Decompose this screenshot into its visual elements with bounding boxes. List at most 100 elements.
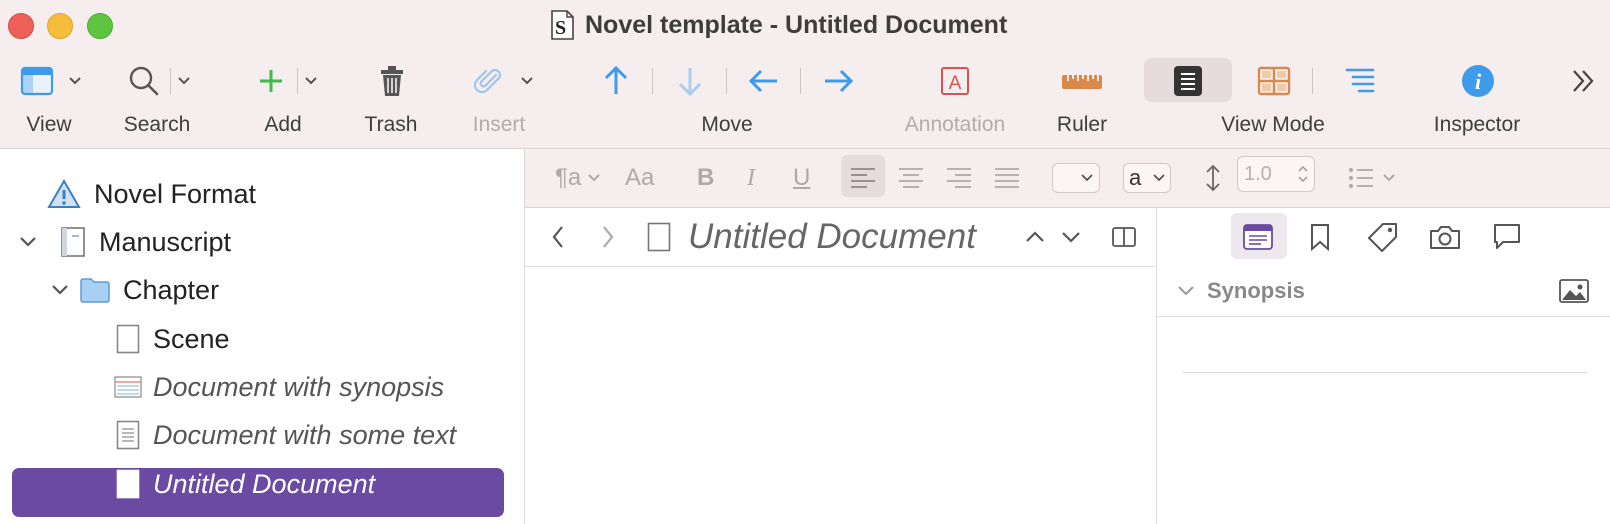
search-button[interactable]: [128, 60, 191, 102]
navigate-forward-button[interactable]: [601, 208, 615, 266]
move-left-button[interactable]: [748, 60, 780, 102]
notes-card-icon: [1243, 224, 1273, 250]
editor-text-area[interactable]: [525, 267, 1155, 524]
svg-text:i: i: [1475, 69, 1482, 94]
underline-button[interactable]: U: [793, 149, 810, 207]
next-document-button[interactable]: [1061, 208, 1081, 266]
window-title-text: Novel template - Untitled Document: [585, 10, 1008, 39]
ruler-button[interactable]: [1061, 60, 1103, 102]
move-up-button[interactable]: [602, 60, 630, 102]
stepper-arrows-icon[interactable]: [1298, 165, 1308, 183]
paragraph-style-button[interactable]: ¶a: [555, 149, 601, 207]
tag-icon: [1368, 223, 1397, 252]
arrow-left-icon: [748, 69, 777, 93]
chevron-left-icon: [552, 226, 563, 248]
synopsis-divider: [1183, 372, 1587, 373]
zoom-window-button[interactable]: [87, 13, 113, 39]
disclosure-chevron-down-icon[interactable]: [18, 235, 38, 249]
text-color-select[interactable]: a: [1123, 163, 1171, 193]
fonts-glyph: Aa: [625, 164, 655, 191]
binder-item-scene[interactable]: Scene: [116, 317, 230, 361]
image-icon[interactable]: [1559, 279, 1589, 303]
justify-button[interactable]: [994, 149, 1020, 207]
corkboard-icon: [1257, 66, 1291, 96]
toolbar-separator: [1312, 68, 1313, 94]
disclosure-chevron-down-icon[interactable]: [1177, 285, 1195, 297]
close-window-button[interactable]: [8, 13, 34, 39]
align-right-button[interactable]: [946, 149, 972, 207]
inspector-tab-metadata[interactable]: [1368, 208, 1398, 266]
inspector-pane: Synopsis: [1156, 208, 1610, 524]
italic-button[interactable]: I: [747, 149, 755, 207]
split-editor-button[interactable]: [1112, 208, 1136, 266]
synopsis-text-area[interactable]: [1179, 320, 1589, 368]
plus-icon: [260, 70, 282, 92]
window-toolbar: S Novel template - Untitled Document Vie…: [0, 0, 1610, 149]
binder-item-label: Chapter: [123, 274, 220, 305]
camera-icon: [1430, 226, 1460, 249]
view-mode-corkboard-button[interactable]: [1257, 60, 1291, 102]
binder-item-document-with-some-text[interactable]: Document with some text: [116, 413, 456, 457]
inspector-tab-notes[interactable]: [1243, 208, 1273, 266]
navigate-back-button[interactable]: [551, 208, 565, 266]
move-right-button[interactable]: [822, 60, 854, 102]
editor-document-title-text: Untitled Document: [688, 217, 976, 256]
view-button[interactable]: [20, 60, 82, 102]
move-down-button[interactable]: [676, 60, 704, 102]
svg-text:S: S: [555, 17, 566, 39]
svg-text:A: A: [949, 73, 962, 94]
chevron-down-icon: [1383, 174, 1395, 182]
synopsis-section-header[interactable]: Synopsis: [1157, 266, 1610, 317]
align-center-button[interactable]: [898, 149, 924, 207]
annotation-button[interactable]: A: [940, 60, 970, 102]
synopsis-card-icon: [114, 376, 142, 398]
view-layout-icon: [20, 66, 54, 96]
minimize-window-button[interactable]: [47, 13, 73, 39]
scrivener-document-icon: S: [549, 10, 575, 40]
editor-document-title[interactable]: Untitled Document: [688, 208, 976, 266]
inspector-tab-bookmarks[interactable]: [1310, 208, 1330, 266]
toolbar-overflow-button[interactable]: [1571, 60, 1597, 102]
list-button[interactable]: [1348, 149, 1396, 207]
toolbar-separator: [652, 68, 653, 94]
synopsis-title: Synopsis: [1207, 278, 1305, 303]
add-button[interactable]: [257, 60, 318, 102]
font-size-select[interactable]: [1052, 163, 1100, 193]
line-spacing-stepper[interactable]: 1.0: [1237, 156, 1315, 192]
bold-button[interactable]: B: [697, 149, 714, 207]
insert-button[interactable]: [474, 60, 534, 102]
document-mode-icon: [1174, 66, 1202, 96]
fonts-button[interactable]: Aa: [625, 149, 654, 207]
align-left-button[interactable]: [850, 149, 876, 207]
inspector-tab-snapshots[interactable]: [1429, 208, 1461, 266]
add-label: Add: [264, 113, 302, 136]
binder-item-untitled-document[interactable]: Untitled Document: [116, 462, 375, 506]
justify-icon: [995, 168, 1019, 188]
chevron-down-icon: [588, 174, 600, 182]
disclosure-chevron-down-icon[interactable]: [50, 283, 70, 297]
list-icon: [1349, 168, 1373, 188]
binder-item-novel-format[interactable]: Novel Format: [47, 172, 256, 216]
blank-document-icon: [116, 324, 140, 354]
previous-document-button[interactable]: [1025, 208, 1045, 266]
folder-icon: [80, 278, 110, 303]
view-mode-outline-button[interactable]: [1345, 60, 1375, 102]
chevron-down-icon: [1062, 232, 1080, 243]
split-view-icon: [1112, 227, 1136, 247]
trash-button[interactable]: [377, 60, 407, 102]
binder-item-label: Scene: [153, 323, 230, 354]
binder-item-document-with-synopsis[interactable]: Document with synopsis: [114, 365, 444, 409]
binder-item-label: Untitled Document: [153, 468, 376, 499]
binder-item-label: Manuscript: [99, 226, 232, 257]
inspector-tab-comments[interactable]: [1492, 208, 1522, 266]
arrow-down-icon: [678, 68, 702, 97]
trash-icon: [381, 66, 403, 96]
line-spacing-value: 1.0: [1244, 162, 1272, 185]
view-mode-scrivenings-button[interactable]: [1173, 60, 1203, 102]
inspector-button[interactable]: i: [1461, 60, 1495, 102]
binder-item-manuscript[interactable]: Manuscript: [18, 220, 231, 264]
window-title: S Novel template - Untitled Document: [549, 8, 1007, 42]
binder-item-chapter[interactable]: Chapter: [50, 268, 219, 312]
editor-header: Untitled Document: [525, 208, 1155, 267]
chevron-down-icon: [304, 76, 318, 86]
